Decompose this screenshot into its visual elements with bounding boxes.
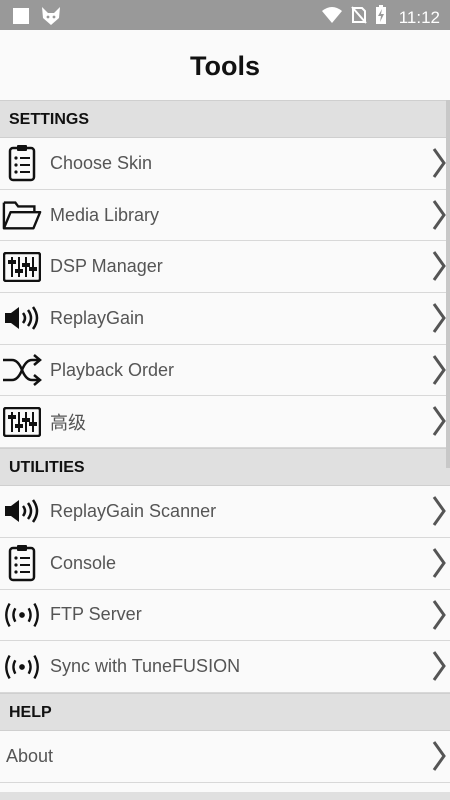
list-item-label: FTP Server bbox=[50, 604, 142, 625]
chevron-right-icon bbox=[432, 496, 446, 531]
list-item-replaygain-scanner[interactable]: ReplayGain Scanner bbox=[0, 486, 450, 538]
broadcast-icon bbox=[2, 647, 42, 687]
wifi-icon bbox=[321, 6, 343, 29]
clipboard-list-icon bbox=[2, 543, 42, 583]
list-item-replaygain[interactable]: ReplayGain bbox=[0, 293, 450, 345]
list-item-ftp-server[interactable]: FTP Server bbox=[0, 589, 450, 642]
list-item-label: Console bbox=[50, 552, 117, 573]
chevron-right-icon bbox=[432, 251, 446, 286]
list-item-label: DSP Manager bbox=[50, 256, 163, 277]
fox-icon bbox=[40, 6, 62, 31]
square-icon bbox=[12, 7, 30, 30]
list-item-label: About bbox=[6, 745, 54, 766]
list-item-sync-tunefusion[interactable]: Sync with TuneFUSION bbox=[0, 641, 450, 693]
battery-charging-icon bbox=[375, 5, 387, 30]
list-item-advanced[interactable]: 高级 bbox=[0, 396, 450, 449]
list-item-choose-skin[interactable]: Choose Skin bbox=[0, 138, 450, 190]
section-header-settings: SETTINGS bbox=[0, 100, 450, 138]
equalizer-icon bbox=[2, 402, 42, 442]
status-time: 11:12 bbox=[398, 7, 440, 27]
list-item-playback-order[interactable]: Playback Order bbox=[0, 344, 450, 397]
section-header-utilities: UTILITIES bbox=[0, 448, 450, 487]
chevron-right-icon bbox=[432, 148, 446, 183]
equalizer-icon bbox=[2, 247, 42, 287]
chevron-right-icon bbox=[432, 741, 446, 776]
list-item-media-library[interactable]: Media Library bbox=[0, 189, 450, 242]
speaker-icon bbox=[2, 298, 42, 338]
list-item-dsp-manager[interactable]: DSP Manager bbox=[0, 241, 450, 294]
list-item-label: Media Library bbox=[50, 204, 160, 225]
scrollbar[interactable] bbox=[446, 100, 450, 468]
broadcast-icon bbox=[2, 595, 42, 635]
clipboard-list-icon bbox=[2, 143, 42, 183]
shuffle-icon bbox=[2, 350, 42, 390]
chevron-right-icon bbox=[432, 199, 446, 235]
list-item-label: Choose Skin bbox=[50, 152, 153, 173]
chevron-right-icon bbox=[432, 547, 446, 583]
chevron-right-icon bbox=[432, 303, 446, 338]
chevron-right-icon bbox=[432, 354, 446, 390]
no-sim-icon bbox=[350, 6, 367, 29]
list-bottom-edge bbox=[0, 792, 450, 800]
list-item-about[interactable]: About bbox=[0, 730, 450, 783]
speaker-icon bbox=[2, 491, 42, 531]
page-title: Tools bbox=[190, 51, 260, 81]
list-item-label: Playback Order bbox=[50, 359, 175, 380]
status-bar: 11:12 bbox=[0, 0, 450, 30]
section-header-help: HELP bbox=[0, 692, 450, 731]
list-item-label: 高级 bbox=[50, 412, 86, 433]
list-item-console[interactable]: Console bbox=[0, 537, 450, 590]
title-bar: Tools bbox=[0, 30, 450, 100]
chevron-right-icon bbox=[432, 599, 446, 635]
list-item-label: Sync with TuneFUSION bbox=[50, 656, 241, 677]
list-item-label: ReplayGain bbox=[50, 307, 145, 328]
chevron-right-icon bbox=[432, 406, 446, 441]
list-item-label: ReplayGain Scanner bbox=[50, 500, 217, 521]
folder-open-icon bbox=[2, 195, 42, 235]
chevron-right-icon bbox=[432, 651, 446, 686]
tools-list: SETTINGS Choose Skin Media Library DSP M… bbox=[0, 100, 450, 783]
